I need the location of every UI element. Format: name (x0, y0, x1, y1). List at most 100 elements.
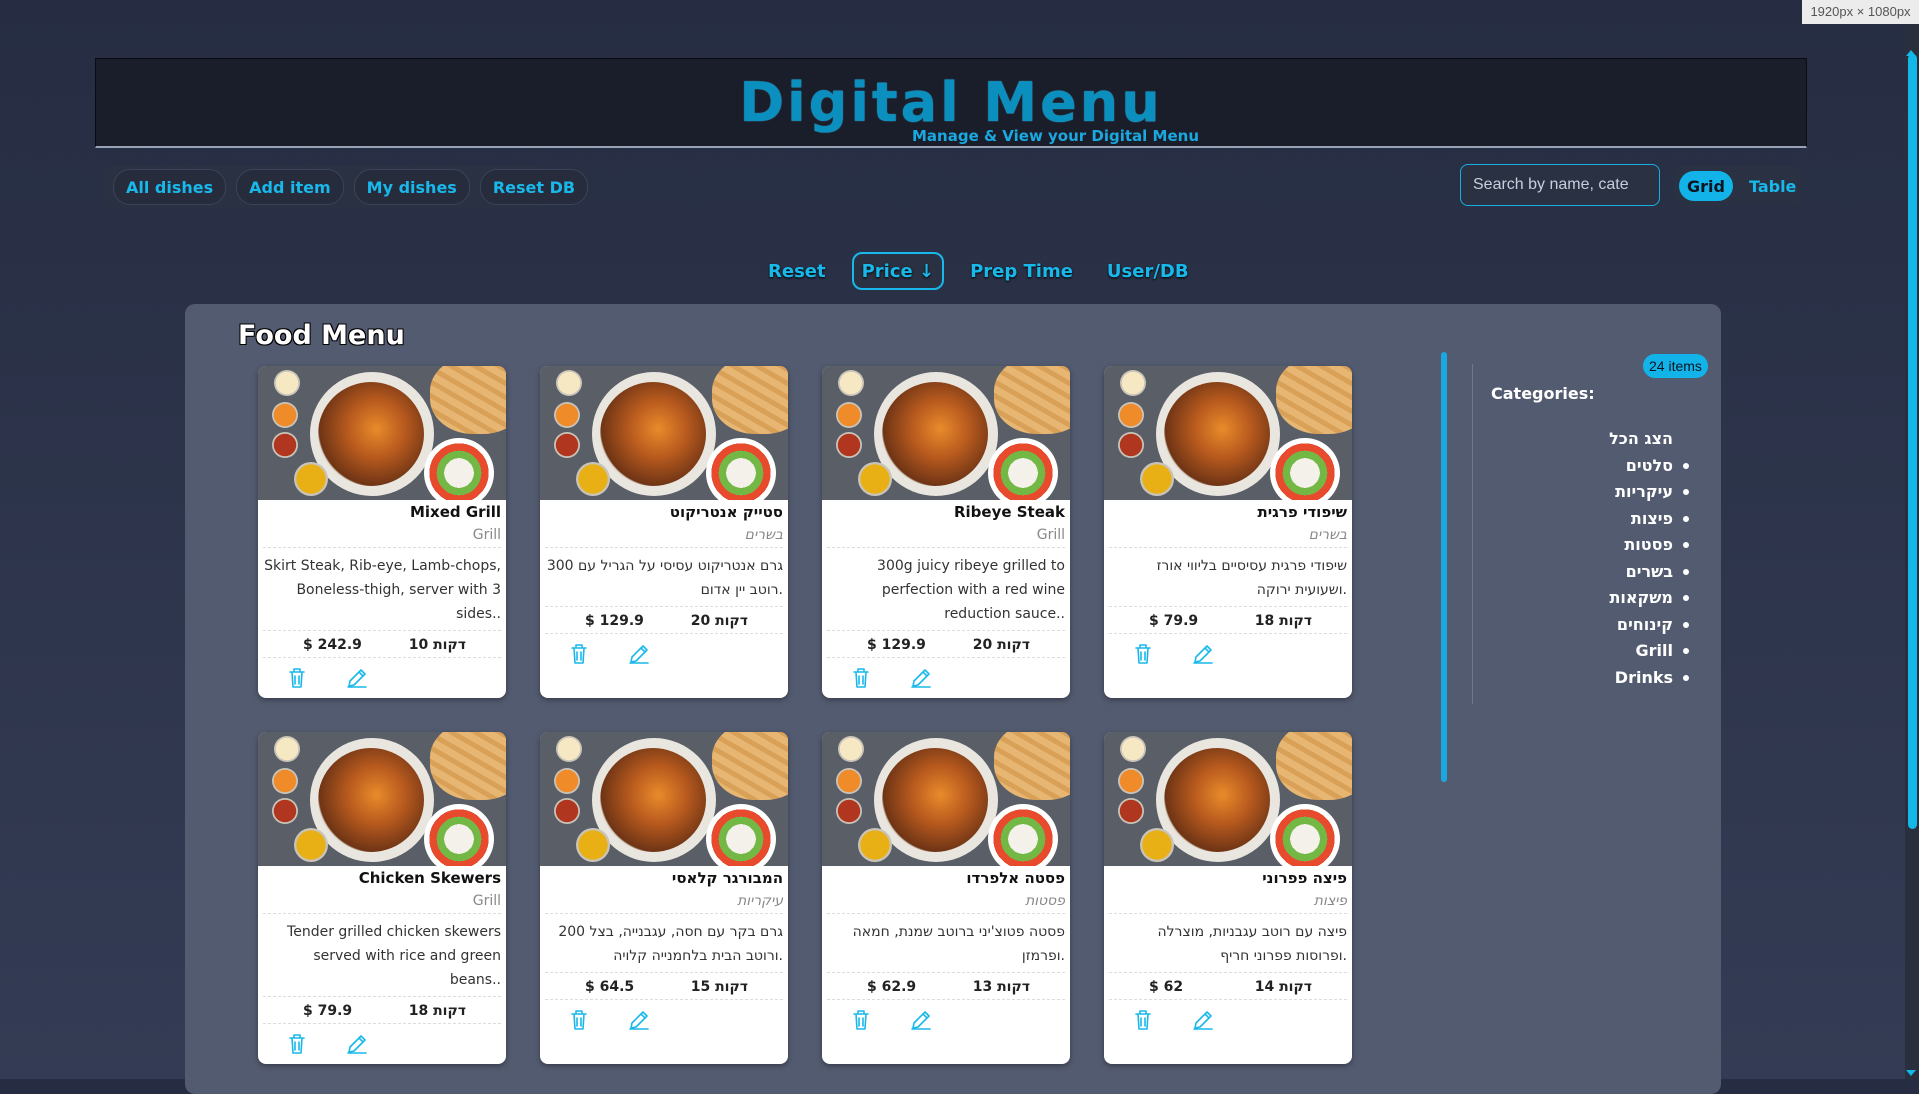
dish-price: $ 64.5 (585, 979, 635, 995)
bullet-icon (1683, 489, 1689, 496)
bullet-icon (1683, 462, 1689, 469)
main-nav: All dishes Add item My dishes Reset DB (103, 166, 589, 208)
dish-name: Ribeye Steak (953, 503, 1065, 521)
sidebar-divider (1472, 364, 1473, 704)
view-table-button[interactable]: Table (1741, 171, 1804, 201)
category-item[interactable]: פסטות (1609, 532, 1689, 559)
bullet-icon (1683, 674, 1689, 681)
pencil-icon[interactable] (1189, 1006, 1217, 1034)
dish-image (258, 366, 506, 500)
dish-image (258, 732, 506, 866)
pencil-icon[interactable] (907, 664, 935, 692)
nav-reset-db-button[interactable]: Reset DB (479, 169, 589, 205)
dish-prep-time: 20 דקות (690, 613, 748, 629)
dish-price: $ 62.9 (867, 979, 917, 995)
page-scrollbar[interactable] (1905, 24, 1919, 1079)
dish-name: סטייק אנטריקוט (669, 503, 783, 521)
dish-description: Skirt Steak, Rib-eye, Lamb-chops, Bonele… (263, 548, 501, 631)
dish-price: $ 79.9 (1149, 613, 1199, 629)
dish-name: Chicken Skewers (358, 869, 501, 887)
trash-icon[interactable] (565, 1006, 593, 1034)
category-label: סלטים (1625, 455, 1673, 475)
pencil-icon[interactable] (625, 640, 653, 668)
scroll-down-arrow-icon[interactable] (1906, 1070, 1916, 1076)
dish-name: המבורגר קלאסי (671, 869, 783, 887)
category-label: פסטות (1624, 535, 1673, 554)
trash-icon[interactable] (847, 664, 875, 692)
bullet-icon (1683, 621, 1689, 628)
category-label: משקאות (1609, 588, 1673, 607)
dish-category: עיקריות (545, 891, 783, 914)
sidebar-scroll-indicator[interactable] (1441, 352, 1447, 782)
pencil-icon[interactable] (907, 1006, 935, 1034)
dish-category: Grill (827, 525, 1065, 548)
screen-size-badge: 1920px × 1080px (1802, 0, 1919, 24)
view-grid-button[interactable]: Grid (1679, 171, 1733, 201)
category-label: עיקריות (1615, 482, 1673, 501)
trash-icon[interactable] (283, 664, 311, 692)
scrollbar-thumb[interactable] (1908, 54, 1917, 829)
dish-card[interactable]: Chicken Skewers Grill Tender grilled chi… (258, 732, 506, 1064)
sort-bar: Reset Price ↓ Prep Time User/DB (760, 252, 1197, 290)
categories-title: Categories: (1491, 384, 1595, 403)
category-item[interactable]: קינוחים (1609, 612, 1689, 639)
category-item[interactable]: פיצות (1609, 506, 1689, 533)
dish-image (1104, 732, 1352, 866)
sort-reset-button[interactable]: Reset (760, 254, 834, 288)
dish-category: בשרים (1109, 525, 1347, 548)
nav-my-dishes-button[interactable]: My dishes (353, 169, 470, 205)
category-show-all[interactable]: הצג הכל (1609, 426, 1673, 453)
category-label: קינוחים (1616, 614, 1673, 634)
trash-icon[interactable] (1129, 1006, 1157, 1034)
dish-prep-time: 14 דקות (1254, 979, 1312, 995)
dish-card[interactable]: שיפודי פרגית בשרים שיפודי פרגית עסיסיים … (1104, 366, 1352, 698)
dish-description: שיפודי פרגית עסיסיים בליווי אורז ושעועית… (1109, 548, 1347, 607)
dish-description: 300 גרם אנטריקוט עסיסי על הגריל עם רוטב … (545, 548, 783, 607)
pencil-icon[interactable] (343, 1030, 371, 1058)
sort-price-button[interactable]: Price ↓ (851, 252, 945, 290)
dish-name: פיצה פפרוני (1262, 869, 1347, 887)
dish-category: Grill (263, 525, 501, 548)
nav-add-item-button[interactable]: Add item (236, 169, 344, 205)
dish-price: $ 242.9 (303, 637, 362, 653)
dish-category: פסטות (827, 891, 1065, 914)
sort-user-db-button[interactable]: User/DB (1099, 254, 1197, 288)
pencil-icon[interactable] (343, 664, 371, 692)
dish-price: $ 129.9 (867, 637, 926, 653)
bullet-icon (1683, 568, 1689, 575)
trash-icon[interactable] (1129, 640, 1157, 668)
category-item[interactable]: משקאות (1609, 585, 1689, 612)
dish-category: פיצות (1109, 891, 1347, 914)
sort-prep-time-button[interactable]: Prep Time (962, 254, 1081, 288)
category-item[interactable]: סלטים (1609, 453, 1689, 480)
trash-icon[interactable] (847, 1006, 875, 1034)
category-item[interactable]: עיקריות (1609, 479, 1689, 506)
dish-card[interactable]: Mixed Grill Grill Skirt Steak, Rib-eye, … (258, 366, 506, 698)
dish-image (540, 732, 788, 866)
dish-name: Mixed Grill (409, 503, 501, 521)
dish-image (822, 732, 1070, 866)
category-item[interactable]: בשרים (1609, 559, 1689, 586)
pencil-icon[interactable] (625, 1006, 653, 1034)
dish-prep-time: 20 דקות (972, 637, 1030, 653)
pencil-icon[interactable] (1189, 640, 1217, 668)
search-input[interactable] (1460, 164, 1660, 206)
dish-category: בשרים (545, 525, 783, 548)
bullet-icon (1683, 648, 1689, 655)
category-item[interactable]: Grill (1609, 638, 1689, 665)
dish-card[interactable]: סטייק אנטריקוט בשרים 300 גרם אנטריקוט עס… (540, 366, 788, 698)
bullet-icon (1683, 515, 1689, 522)
dish-price: $ 62 (1149, 979, 1184, 995)
dish-card[interactable]: Ribeye Steak Grill 300g juicy ribeye gri… (822, 366, 1070, 698)
nav-all-dishes-button[interactable]: All dishes (113, 169, 227, 205)
dish-card[interactable]: פסטה אלפרדו פסטות פסטה פטוצ'יני ברוטב שמ… (822, 732, 1070, 1064)
dish-card[interactable]: המבורגר קלאסי עיקריות 200 גרם בקר עם חסה… (540, 732, 788, 1064)
category-item[interactable]: Drinks (1609, 665, 1689, 692)
bullet-icon (1683, 542, 1689, 549)
trash-icon[interactable] (283, 1030, 311, 1058)
dish-image (1104, 366, 1352, 500)
trash-icon[interactable] (565, 640, 593, 668)
app-subtitle: Manage & View your Digital Menu (912, 127, 1199, 145)
dish-card[interactable]: פיצה פפרוני פיצות פיצה עם רוטב עגבניות, … (1104, 732, 1352, 1064)
dish-description: Tender grilled chicken skewers served wi… (263, 914, 501, 997)
